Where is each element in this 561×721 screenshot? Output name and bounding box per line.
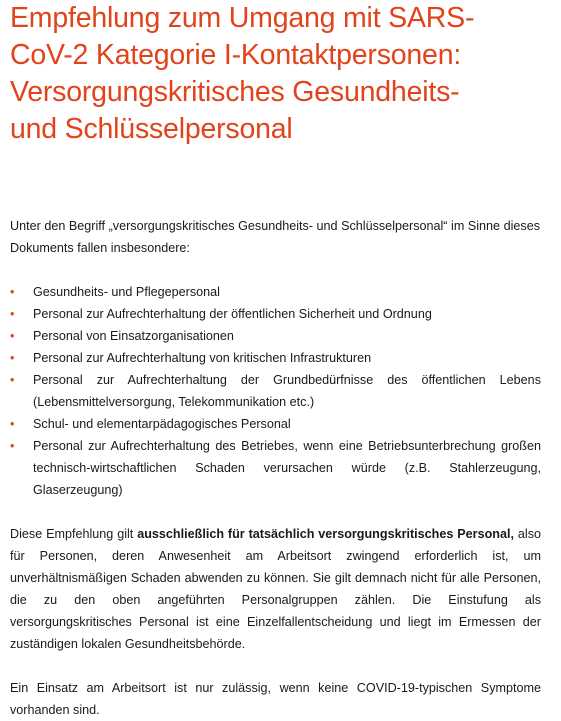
deployment-paragraph: Ein Einsatz am Arbeitsort ist nur zuläss…: [10, 681, 541, 717]
intro-paragraph: Unter den Begriff „versorgungskritisches…: [10, 219, 540, 255]
list-item-text: Schul- und elementarpädagogisches Person…: [33, 417, 291, 431]
list-item: • Personal zur Aufrechterhaltung von kri…: [10, 347, 541, 369]
title-line-4: und Schlüsselpersonal: [10, 113, 293, 145]
list-item: • Personal zur Aufrechterhaltung der öff…: [10, 303, 541, 325]
bullet-icon: •: [10, 351, 15, 365]
list-item: • Schul- und elementarpädagogisches Pers…: [10, 413, 541, 435]
list-item-text: Personal von Einsatzorganisationen: [33, 329, 234, 343]
title-line-2: CoV-2 Kategorie I-Kontaktpersonen:: [10, 39, 462, 71]
scope-text-rest: also für Personen, deren Anwesenheit am …: [10, 527, 541, 651]
bullet-icon: •: [10, 329, 15, 343]
list-item: • Personal zur Aufrechterhaltung des Bet…: [10, 435, 541, 501]
list-item: • Personal zur Aufrechterhaltung der Gru…: [10, 369, 541, 413]
bullet-icon: •: [10, 417, 15, 431]
bullet-icon: •: [10, 373, 15, 387]
list-item-text: Gesundheits- und Pflegepersonal: [33, 285, 220, 299]
scope-paragraph: Diese Empfehlung gilt ausschließlich für…: [10, 523, 541, 655]
bullet-icon: •: [10, 285, 15, 299]
title-line-3: Versorgungskritisches Gesundheits-: [10, 76, 460, 108]
list-item-text: Personal zur Aufrechterhaltung von kriti…: [33, 351, 372, 365]
list-item-text: Personal zur Aufrechterhaltung des Betri…: [33, 439, 541, 497]
list-item-text: Personal zur Aufrechterhaltung der Grund…: [33, 373, 541, 409]
title-line-1: Empfehlung zum Umgang mit SARS-: [10, 2, 475, 34]
document-title: Empfehlung zum Umgang mit SARS- CoV-2 Ka…: [10, 0, 555, 148]
bullet-icon: •: [10, 307, 15, 321]
scope-emphasis: ausschließlich für tatsächlich versorgun…: [137, 527, 514, 541]
list-item: • Personal von Einsatzorganisationen: [10, 325, 541, 347]
list-item-text: Personal zur Aufrechterhaltung der öffen…: [33, 307, 432, 321]
document-page: Empfehlung zum Umgang mit SARS- CoV-2 Ka…: [0, 0, 561, 717]
bullet-icon: •: [10, 439, 15, 453]
list-item: • Gesundheits- und Pflegepersonal: [10, 281, 541, 303]
scope-text-start: Diese Empfehlung gilt: [10, 527, 138, 541]
personnel-list: • Gesundheits- und Pflegepersonal • Pers…: [10, 281, 541, 501]
